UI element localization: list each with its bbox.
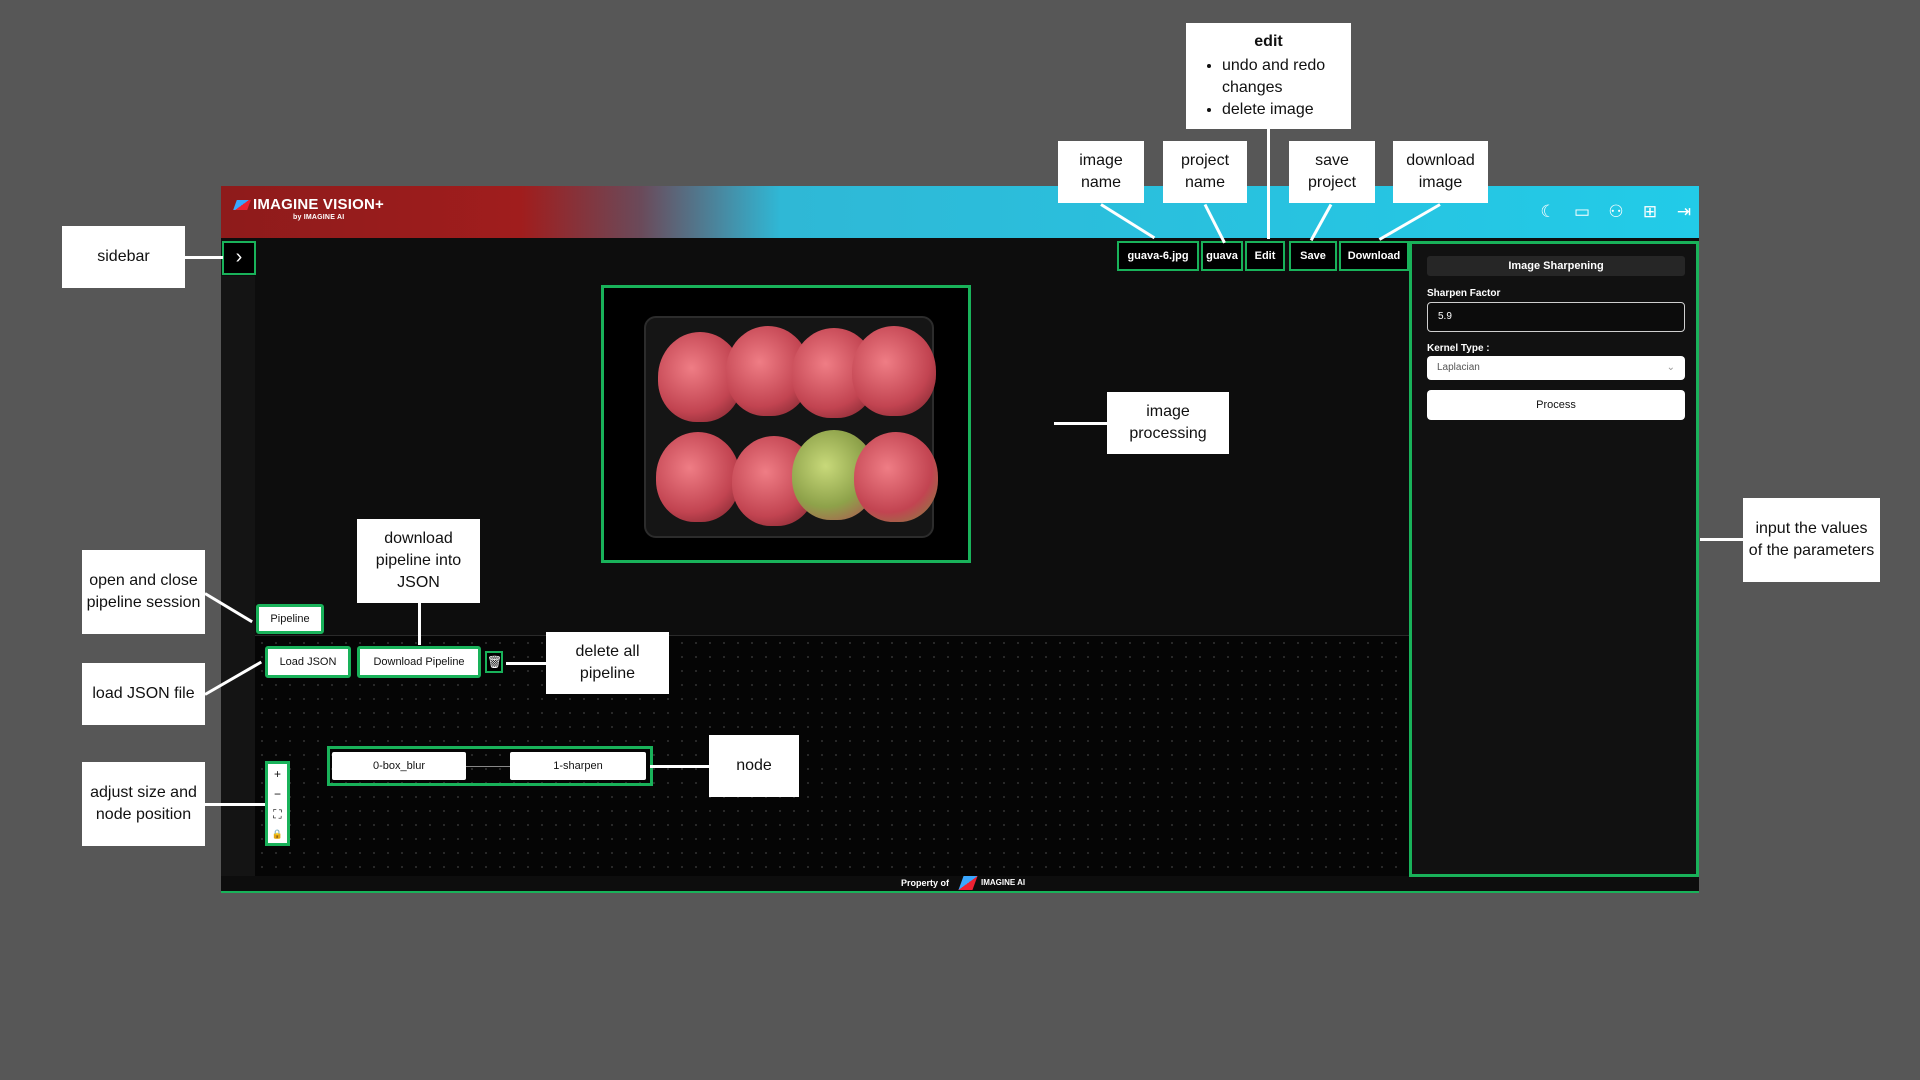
- annotation-image-name: image name: [1058, 141, 1144, 203]
- connector-line: [1700, 538, 1743, 541]
- annotation-download-pipeline: download pipeline into JSON: [357, 519, 480, 603]
- kernel-type-value: Laplacian: [1437, 362, 1480, 373]
- kernel-type-select[interactable]: Laplacian ⌄: [1427, 356, 1685, 380]
- users-icon[interactable]: ⚇: [1605, 201, 1627, 223]
- download-button[interactable]: Download: [1339, 241, 1409, 271]
- lock-icon[interactable]: 🔒: [268, 824, 287, 844]
- annotation-sidebar: sidebar: [62, 226, 185, 288]
- annotation-delete-pipeline: delete all pipeline: [546, 632, 669, 694]
- connector-line: [1054, 422, 1107, 425]
- window-icon[interactable]: ▭: [1571, 201, 1593, 223]
- annotation-edit-title: edit: [1254, 33, 1283, 50]
- annotation-download-image: download image: [1393, 141, 1488, 203]
- connector-line: [418, 603, 421, 645]
- connector-line: [650, 765, 709, 768]
- fit-view-button[interactable]: ⛶: [268, 804, 287, 824]
- annotation-open-close-pipeline: open and close pipeline session: [82, 550, 205, 634]
- process-button[interactable]: Process: [1427, 390, 1685, 420]
- chevron-down-icon: ⌄: [1666, 362, 1675, 373]
- brand-logo: IMAGINE VISION+ by IMAGINE AI: [233, 196, 384, 221]
- parameters-panel: Image Sharpening Sharpen Factor 5.9 Kern…: [1409, 241, 1699, 877]
- edit-button[interactable]: Edit: [1245, 241, 1285, 271]
- connector-line: [506, 662, 546, 665]
- annotation-project-name: project name: [1163, 141, 1247, 203]
- save-button[interactable]: Save: [1289, 241, 1337, 271]
- sidebar-toggle-button[interactable]: ›: [222, 241, 256, 275]
- annotation-input-values: input the values of the parameters: [1743, 498, 1880, 582]
- panel-title: Image Sharpening: [1427, 256, 1685, 276]
- sharpen-factor-input[interactable]: 5.9: [1427, 302, 1685, 332]
- imagine-ai-logo-icon: [958, 876, 978, 890]
- image-preview: [601, 285, 971, 563]
- guava-photo: [644, 316, 938, 538]
- flow-controls: + − ⛶ 🔒: [265, 761, 290, 846]
- annotation-save-project: save project: [1289, 141, 1375, 203]
- connector-line: [185, 256, 223, 259]
- annotation-edit-item: undo and redo changes: [1222, 55, 1343, 99]
- download-pipeline-button[interactable]: Download Pipeline: [357, 646, 481, 678]
- logo-mark-icon: [233, 200, 251, 211]
- book-icon[interactable]: ⊞: [1639, 201, 1661, 223]
- annotation-load-json: load JSON file: [82, 663, 205, 725]
- moon-icon[interactable]: ☾: [1537, 201, 1559, 223]
- annotation-adjust: adjust size and node position: [82, 762, 205, 846]
- node-edge: [466, 766, 510, 767]
- delete-pipeline-icon[interactable]: 🗑: [485, 651, 503, 673]
- sidebar-collapsed: [221, 276, 255, 876]
- pipeline-node[interactable]: 0-box_blur: [332, 752, 466, 780]
- footer-property-text: Property of: [901, 878, 950, 888]
- zoom-in-button[interactable]: +: [268, 764, 287, 784]
- pipeline-toggle-button[interactable]: Pipeline: [256, 604, 324, 634]
- zoom-out-button[interactable]: −: [268, 784, 287, 804]
- logout-icon[interactable]: ⇥: [1673, 201, 1695, 223]
- footer-brand: IMAGINE AI: [981, 878, 1026, 887]
- project-name-button[interactable]: guava: [1201, 241, 1243, 271]
- annotation-edit-item: delete image: [1222, 99, 1343, 121]
- connector-line: [205, 803, 265, 806]
- image-name-button[interactable]: guava-6.jpg: [1117, 241, 1199, 271]
- load-json-button[interactable]: Load JSON: [265, 646, 351, 678]
- connector-line: [1267, 129, 1270, 239]
- brand-subtitle: by IMAGINE AI: [293, 214, 345, 221]
- annotation-edit: edit undo and redo changes delete image: [1186, 23, 1351, 129]
- pipeline-nodes: 0-box_blur 1-sharpen: [327, 746, 653, 786]
- sharpen-factor-label: Sharpen Factor: [1427, 288, 1501, 299]
- kernel-type-label: Kernel Type :: [1427, 343, 1490, 354]
- footer: Property of IMAGINE AI: [221, 876, 1699, 893]
- annotation-image-processing: image processing: [1107, 392, 1229, 454]
- annotation-node: node: [709, 735, 799, 797]
- pipeline-node[interactable]: 1-sharpen: [510, 752, 646, 780]
